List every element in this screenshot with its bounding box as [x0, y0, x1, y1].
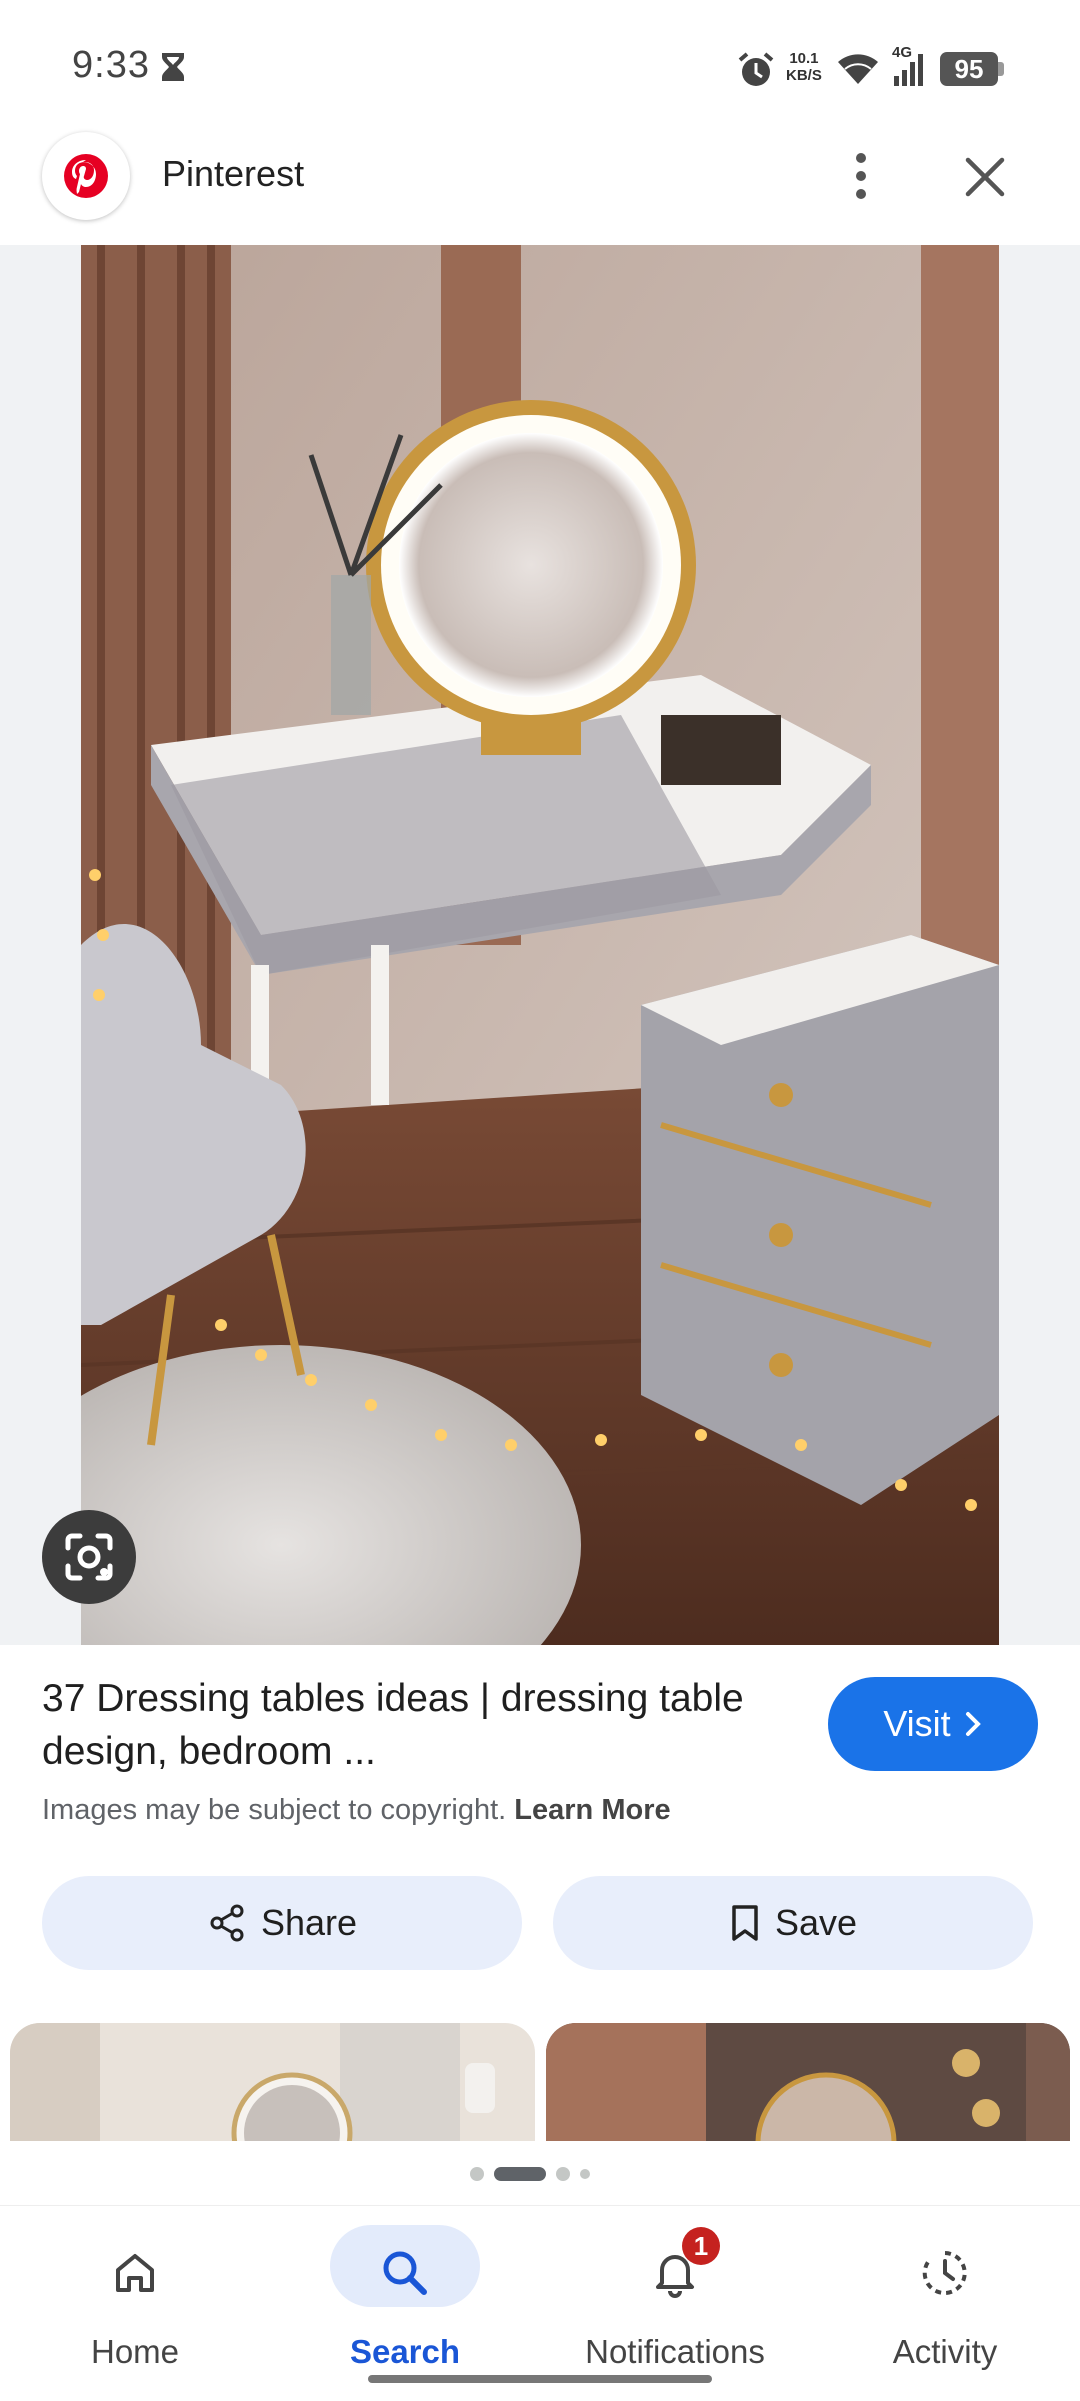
page-dot-active [494, 2167, 546, 2181]
signal-icon [894, 54, 923, 86]
share-label: Share [260, 1902, 358, 1943]
nav-notifications-label: Notifications [585, 2333, 765, 2370]
nav-home-label: Home [90, 2333, 180, 2370]
network-speed: 10.1 KB/S [786, 50, 822, 84]
network-speed-unit: KB/S [786, 67, 822, 84]
site-title: Pinterest [162, 153, 305, 194]
search-icon [383, 2251, 427, 2295]
result-title[interactable]: 37 Dressing tables ideas | dressing tabl… [42, 1672, 752, 1778]
nav-search[interactable]: Search [270, 2205, 540, 2375]
save-button[interactable]: Save [553, 1876, 1033, 1970]
related-image-thumbnail[interactable] [10, 2023, 535, 2141]
nav-activity[interactable]: Activity [810, 2205, 1080, 2375]
related-image-thumbnail[interactable] [546, 2023, 1070, 2141]
wifi-icon [838, 54, 878, 84]
page-dot [470, 2167, 484, 2181]
lens-icon [65, 1533, 113, 1581]
battery-level: 95 [954, 54, 984, 84]
nav-activity-label: Activity [892, 2333, 998, 2370]
home-icon [116, 2254, 154, 2292]
more-options-icon[interactable] [838, 148, 884, 204]
google-lens-button[interactable] [42, 1510, 136, 1604]
main-image[interactable] [81, 245, 999, 1645]
battery-indicator: 95 [940, 52, 1004, 86]
page-dot [556, 2167, 570, 2181]
pinterest-logo-icon [64, 154, 108, 198]
learn-more-link[interactable]: Learn More [514, 1794, 670, 1826]
share-button[interactable]: Share [42, 1876, 522, 1970]
close-icon[interactable] [958, 150, 1012, 204]
bookmark-icon [732, 1905, 758, 1941]
nav-home[interactable]: Home [0, 2205, 270, 2375]
share-icon [210, 1904, 244, 1942]
home-indicator[interactable] [368, 2375, 712, 2383]
dressing-table-image [81, 245, 999, 1645]
nav-notifications[interactable]: 1 Notifications [540, 2205, 810, 2375]
copyright-notice: Images may be subject to copyright. Lear… [42, 1794, 671, 1827]
network-speed-value: 10.1 [789, 50, 819, 67]
related-image-1 [10, 2023, 535, 2141]
hourglass-icon [162, 53, 184, 81]
visit-label: Visit [883, 1703, 951, 1744]
related-image-2 [546, 2023, 1070, 2141]
pinterest-logo [42, 132, 130, 220]
pagination-dots [470, 2166, 590, 2182]
page-dot [580, 2169, 590, 2179]
nav-search-label: Search [349, 2333, 461, 2370]
status-time: 9:33 [72, 44, 150, 86]
activity-icon [922, 2251, 967, 2295]
notification-badge: 1 [682, 2227, 720, 2265]
save-label: Save [774, 1902, 858, 1943]
alarm-icon [738, 52, 774, 86]
chevron-right-icon [965, 1712, 981, 1736]
copyright-text: Images may be subject to copyright. [42, 1794, 507, 1826]
visit-button[interactable]: Visit [828, 1677, 1038, 1771]
